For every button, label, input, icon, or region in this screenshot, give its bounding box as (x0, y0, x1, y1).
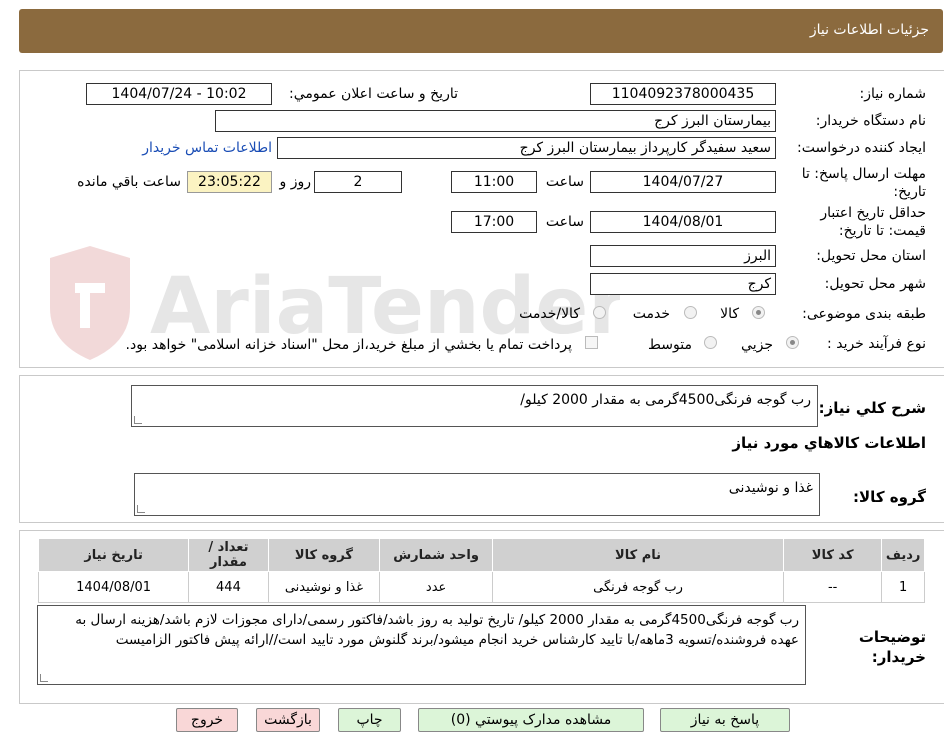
general-desc-text: رب گوجه فرنگی4500گرمی به مقدار 2000 کیلو… (520, 392, 811, 408)
exit-button[interactable]: خروج (176, 708, 238, 732)
category-goods-label: کالا (720, 306, 739, 322)
buyer-notes-text: رب گوجه فرنگی4500گرمی به مقدار 2000 کیلو… (75, 612, 799, 648)
process-medium-radio[interactable] (704, 336, 717, 349)
col-header-code: کد کالا (783, 538, 883, 572)
reply-date-field[interactable]: 1404/07/27 (590, 171, 776, 193)
resize-grip-icon[interactable] (137, 505, 145, 513)
buyer-notes-textarea[interactable]: رب گوجه فرنگی4500گرمی به مقدار 2000 کیلو… (37, 605, 806, 685)
buyer-contact-link[interactable]: اطلاعات تماس خریدار (142, 140, 272, 156)
price-valid-time-field[interactable]: 17:00 (451, 211, 537, 233)
category-goods-radio[interactable] (752, 306, 765, 319)
requester-label: ايجاد كننده درخواست: (797, 140, 926, 156)
process-medium-label: متوسط (648, 337, 692, 353)
need-number-label: شماره نیاز: (859, 86, 927, 102)
reply-time-label: ساعت (545, 174, 584, 190)
cell-date: 1404/08/01 (37, 571, 190, 603)
items-table: رديف کد کالا نام کالا واحد شمارش گروه کا… (37, 538, 925, 603)
print-button[interactable]: چاپ (338, 708, 401, 732)
resize-grip-icon[interactable] (40, 674, 48, 682)
col-header-name: نام کالا (491, 538, 785, 572)
category-service-radio[interactable] (684, 306, 697, 319)
col-header-quantity: تعداد / مقدار (188, 538, 269, 572)
buyer-org-label: نام دستگاه خريدار: (815, 113, 926, 129)
cell-quantity: 444 (188, 571, 269, 603)
cell-code: -- (783, 571, 883, 603)
buyer-notes-label: توضيحات خريدار: (858, 628, 926, 666)
price-valid-time-label: ساعت (545, 214, 584, 230)
province-label: استان محل تحويل: (816, 248, 926, 264)
items-info-heading: اطلاعات کالاهاي مورد نياز (732, 434, 926, 452)
general-desc-label: شرح كلي نياز: (818, 399, 926, 417)
announce-datetime-label: تاریخ و ساعت اعلان عمومي: (289, 86, 458, 102)
day-and-label: روز و (279, 174, 312, 190)
category-label: طبقه بندی موضوعی: (802, 306, 926, 322)
general-desc-textarea[interactable]: رب گوجه فرنگی4500گرمی به مقدار 2000 کیلو… (131, 385, 818, 427)
cell-row-number: 1 (881, 571, 925, 603)
cell-group: غذا و نوشیدنی (267, 571, 381, 603)
category-service-label: خدمت (632, 306, 670, 322)
price-valid-label: حداقل تاريخ اعتبار قيمت: تا تاريخ: (820, 205, 926, 239)
reply-time-field[interactable]: 11:00 (451, 171, 537, 193)
city-field[interactable]: کرج (590, 273, 776, 295)
city-label: شهر محل تحويل: (824, 276, 926, 292)
province-field[interactable]: البرز (590, 245, 776, 267)
table-header-row: رديف کد کالا نام کالا واحد شمارش گروه کا… (37, 538, 925, 572)
process-minor-label: جزيي (741, 337, 773, 353)
process-label: نوع فرآيند خريد : (827, 336, 926, 352)
title-bar: جزئیات اطلاعات نیاز (19, 9, 943, 53)
cell-name: رب گوجه فرنگی (491, 571, 785, 603)
resize-grip-icon[interactable] (134, 416, 142, 424)
process-minor-radio[interactable] (786, 336, 799, 349)
col-header-group: گروه کالا (267, 538, 381, 572)
attachments-button[interactable]: مشاهده مدارک پيوستي (0) (418, 708, 644, 732)
requester-field[interactable]: سعید سفیدگر کارپرداز بیمارستان البرز کرج (277, 137, 776, 159)
announce-datetime-field[interactable]: 1404/07/24 - 10:02 (86, 83, 272, 105)
col-header-unit: واحد شمارش (379, 538, 493, 572)
treasury-note: پرداخت تمام يا بخشي از مبلغ خريد،از محل … (125, 337, 572, 353)
goods-group-text: غذا و نوشیدنی (728, 480, 813, 496)
page-title: جزئیات اطلاعات نیاز (809, 22, 929, 38)
treasury-checkbox[interactable] (585, 336, 598, 349)
table-row[interactable]: 1 -- رب گوجه فرنگی عدد غذا و نوشیدنی 444… (37, 571, 925, 603)
goods-group-label: گروه کالا: (853, 488, 926, 506)
price-valid-date-field[interactable]: 1404/08/01 (590, 211, 776, 233)
goods-group-textarea[interactable]: غذا و نوشیدنی (134, 473, 820, 516)
remaining-time-field: 23:05:22 (187, 171, 272, 193)
col-header-row-number: رديف (881, 538, 925, 572)
col-header-date: تاريخ نياز (37, 538, 190, 572)
remaining-days-field[interactable]: 2 (314, 171, 402, 193)
need-number-field[interactable]: 1104092378000435 (590, 83, 776, 105)
category-goods-service-label: کالا/خدمت (519, 306, 580, 322)
reply-deadline-label: مهلت ارسال پاسخ: تا تاریخ: (801, 166, 926, 200)
back-button[interactable]: بازگشت (256, 708, 320, 732)
cell-unit: عدد (379, 571, 493, 603)
reply-button[interactable]: پاسخ به نياز (660, 708, 790, 732)
remaining-label: ساعت باقي مانده (77, 174, 181, 190)
buyer-org-field[interactable]: بیمارستان البرز کرج (215, 110, 776, 132)
category-goods-service-radio[interactable] (593, 306, 606, 319)
